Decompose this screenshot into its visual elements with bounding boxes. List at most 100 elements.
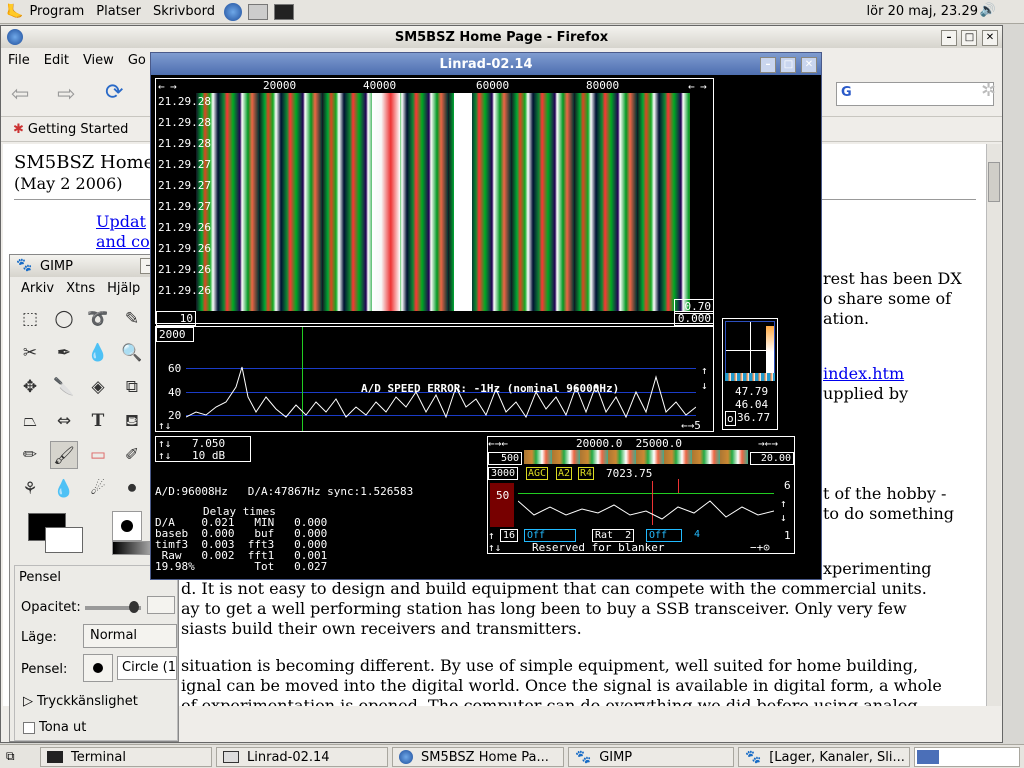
scroll-left-button[interactable]: ← bbox=[158, 80, 165, 93]
spectrum-arrows[interactable]: ←→5 bbox=[681, 419, 701, 432]
menu-skrivbord[interactable]: Skrivbord bbox=[147, 4, 221, 19]
volume-icon[interactable]: 🔊 bbox=[980, 3, 996, 18]
airbrush-icon[interactable]: ✐ bbox=[118, 441, 146, 469]
r4-button[interactable]: R4 bbox=[578, 467, 595, 480]
menu-file[interactable]: File bbox=[1, 53, 37, 68]
perspective-icon[interactable]: ⏢ bbox=[16, 407, 44, 435]
move-icon[interactable]: ✥ bbox=[16, 373, 44, 401]
baseband-panel[interactable]: ←→← 20000.0 25000.0 →←→ 500 20.00 3000 A… bbox=[487, 436, 795, 554]
scale-icon[interactable]: ⧉ bbox=[118, 373, 146, 401]
spectrum-up-button[interactable]: ↑↓ bbox=[158, 419, 171, 432]
linrad-titlebar[interactable]: Linrad-02.14 – □ ✕ bbox=[151, 53, 821, 75]
menu-xtns[interactable]: Xtns bbox=[60, 281, 101, 296]
opacity-spin[interactable] bbox=[147, 596, 175, 614]
linrad-maximize-button[interactable]: □ bbox=[780, 57, 797, 73]
minimize-button[interactable]: – bbox=[940, 30, 957, 46]
scroll-thumb[interactable] bbox=[988, 162, 1000, 202]
bw-arrows[interactable]: −+⊙ bbox=[750, 541, 770, 554]
spectrum-up-button[interactable]: ↑ bbox=[701, 364, 708, 377]
spectrum-panel[interactable]: 2000 60 40 20 A/D SPEED ERROR: -1Hz (nom… bbox=[155, 326, 714, 432]
lasso-icon[interactable]: ➰ bbox=[84, 305, 112, 333]
menu-hjalp[interactable]: Hjälp bbox=[101, 281, 146, 296]
google-icon[interactable]: G bbox=[841, 85, 852, 100]
bw-left-box[interactable]: 500 bbox=[488, 452, 522, 465]
expander-icon[interactable]: ▷ bbox=[23, 694, 33, 709]
spectrum-down-button[interactable]: ↓ bbox=[701, 379, 708, 392]
opacity-thumb[interactable] bbox=[129, 601, 139, 613]
menu-go[interactable]: Go bbox=[121, 53, 153, 68]
text-icon[interactable]: T bbox=[84, 407, 112, 435]
bg-color-swatch[interactable] bbox=[45, 527, 83, 553]
magic-wand-icon[interactable]: ✎ bbox=[118, 305, 146, 333]
task-terminal[interactable]: Terminal bbox=[40, 747, 212, 767]
spectrum-scale-box[interactable]: 2000 bbox=[156, 327, 194, 342]
waterfall-avg-box[interactable]: 10 bbox=[156, 311, 196, 326]
menu-view[interactable]: View bbox=[76, 53, 121, 68]
scissors-icon[interactable]: ✂ bbox=[16, 339, 44, 367]
blur-icon[interactable]: 💧 bbox=[50, 475, 78, 503]
gnome-foot-icon[interactable]: 🦶 bbox=[6, 4, 23, 20]
menu-program[interactable]: Program bbox=[23, 4, 90, 19]
pressure-expander[interactable]: Tryckkänslighet bbox=[37, 694, 138, 709]
task-gimp[interactable]: 🐾 GIMP bbox=[568, 747, 734, 767]
bw-arrows[interactable]: ↑↓ bbox=[488, 541, 501, 554]
terminal-launcher-icon[interactable] bbox=[273, 3, 294, 20]
meter-panel[interactable]: 47.79 46.04 o 36.77 bbox=[722, 318, 778, 430]
agc-button[interactable]: AGC bbox=[526, 467, 549, 480]
bw-right-box[interactable]: 20.00 bbox=[750, 452, 794, 465]
waterfall-zero-box[interactable]: 0.000 bbox=[674, 311, 714, 326]
close-button[interactable]: ✕ bbox=[982, 30, 998, 46]
a2-button[interactable]: A2 bbox=[556, 467, 573, 480]
brush-button[interactable] bbox=[83, 654, 113, 682]
browser-launcher-icon[interactable] bbox=[223, 2, 242, 21]
paths-icon[interactable]: ✒ bbox=[50, 339, 78, 367]
task-layers[interactable]: 🐾 [Lager, Kanaler, Sli... bbox=[738, 747, 910, 767]
bw-down-button[interactable]: ↓ bbox=[780, 511, 787, 524]
bw-arrows[interactable]: ←→← bbox=[488, 437, 508, 450]
bw-16-box[interactable]: 16 bbox=[500, 529, 519, 542]
brush-preview[interactable] bbox=[112, 511, 142, 541]
fade-checkbox[interactable] bbox=[23, 722, 35, 734]
bw-3000-box[interactable]: 3000 bbox=[488, 467, 519, 480]
main-control-box[interactable]: ↑↓ 7.050 ↑↓ 10 dB bbox=[155, 436, 251, 462]
eraser-icon[interactable]: ▭ bbox=[84, 441, 112, 469]
bw-arrows[interactable]: →←→ bbox=[758, 437, 778, 450]
paintbrush-icon[interactable]: 🖌 bbox=[50, 441, 78, 469]
forward-icon[interactable]: ⇨ bbox=[57, 82, 75, 107]
zoom-icon[interactable]: 🔍 bbox=[118, 339, 146, 367]
rect-select-icon[interactable]: ⬚ bbox=[16, 305, 44, 333]
back-icon[interactable]: ⇦ bbox=[11, 82, 29, 107]
firefox-titlebar[interactable]: SM5BSZ Home Page - Firefox – □ ✕ bbox=[1, 26, 1002, 48]
pencil-icon[interactable]: ✏ bbox=[16, 441, 44, 469]
arrows[interactable]: ↑↓ bbox=[158, 449, 171, 462]
index-link[interactable]: index.htm bbox=[823, 364, 904, 383]
update-link[interactable]: Updat bbox=[96, 212, 146, 231]
workspace-switcher[interactable] bbox=[914, 747, 1020, 767]
linrad-close-button[interactable]: ✕ bbox=[801, 57, 817, 73]
page-scrollbar[interactable] bbox=[986, 144, 1001, 706]
clock[interactable]: lör 20 maj, 23.29 bbox=[867, 4, 978, 19]
menu-arkiv[interactable]: Arkiv bbox=[10, 281, 60, 296]
meter-o-button[interactable]: o bbox=[725, 411, 736, 426]
ellipse-select-icon[interactable]: ◯ bbox=[50, 305, 78, 333]
show-desktop-icon[interactable]: ⧉ bbox=[6, 749, 15, 764]
maximize-button[interactable]: □ bbox=[961, 30, 978, 46]
bucket-fill-icon[interactable]: ⛾ bbox=[118, 407, 146, 435]
scroll-left-button[interactable]: ← bbox=[688, 80, 695, 93]
smudge-icon[interactable]: ☄ bbox=[84, 475, 112, 503]
and-link[interactable]: and co bbox=[96, 232, 150, 251]
menu-platser[interactable]: Platser bbox=[90, 4, 147, 19]
mail-launcher-icon[interactable] bbox=[247, 3, 268, 20]
dodge-icon[interactable]: ⚫ bbox=[118, 475, 146, 503]
bw-up-button[interactable]: ↑ bbox=[780, 497, 787, 510]
color-picker-icon[interactable]: 💧 bbox=[84, 339, 112, 367]
task-linrad[interactable]: Linrad-02.14 bbox=[216, 747, 388, 767]
scroll-right-button[interactable]: → bbox=[170, 80, 177, 93]
stamp-icon[interactable]: ⚘ bbox=[16, 475, 44, 503]
waterfall-panel[interactable]: ← → 20000 40000 60000 80000 ← → 21.29.28… bbox=[155, 78, 714, 326]
linrad-minimize-button[interactable]: – bbox=[759, 57, 776, 73]
task-firefox[interactable]: SM5BSZ Home Pa... bbox=[392, 747, 564, 767]
reload-icon[interactable]: ⟳ bbox=[105, 80, 123, 105]
scroll-right-button[interactable]: → bbox=[700, 80, 707, 93]
bookmark-getting-started[interactable]: Getting Started bbox=[28, 122, 129, 137]
